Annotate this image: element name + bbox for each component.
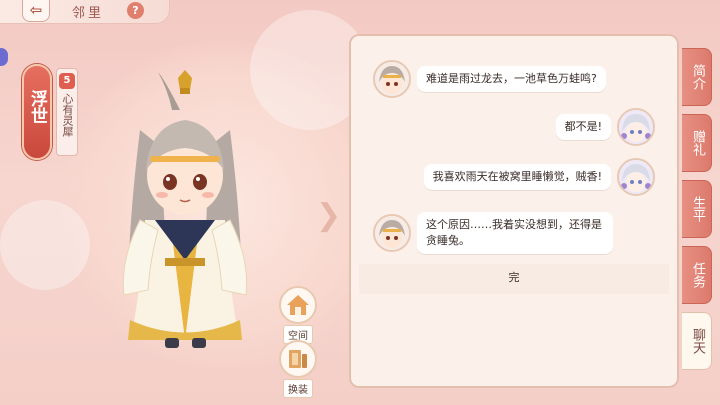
chat-message: 我喜欢雨天在被窝里睡懒觉，贼香! xyxy=(423,158,655,196)
npc-avatar xyxy=(373,214,411,252)
back-arrow-icon: ⇦ xyxy=(29,1,43,19)
tab-fushi[interactable]: 浮世 xyxy=(22,64,52,160)
back-button[interactable]: ⇦ xyxy=(22,0,50,22)
tab-intro[interactable]: 简介 xyxy=(682,48,712,106)
top-bar: ⇦ 邻里 ? xyxy=(0,0,170,24)
chat-bubble-text: 我喜欢雨天在被窝里睡懒觉，贼香! xyxy=(423,164,611,190)
player-avatar xyxy=(617,108,655,146)
tab-chat[interactable]: 聊天 xyxy=(682,312,712,370)
chat-message: 难道是雨过龙去，一池草色万蛙鸣? xyxy=(373,60,606,98)
wardrobe-icon xyxy=(279,340,317,378)
chat-message: 都不是! xyxy=(555,108,655,146)
side-indicator[interactable] xyxy=(0,48,8,66)
tab-biography[interactable]: 生平 xyxy=(682,180,712,238)
chat-message: 这个原因……我着实没想到，还得是贪睡兔。 xyxy=(373,212,613,254)
chat-log[interactable]: 难道是雨过龙去，一池草色万蛙鸣? 都不是! 我喜欢雨天在被窝里睡懒觉，贼香! 这… xyxy=(359,46,669,294)
tab-tasks[interactable]: 任务 xyxy=(682,246,712,304)
next-arrow-icon[interactable]: ❯ xyxy=(316,198,341,233)
chat-panel: 难道是雨过龙去，一池草色万蛙鸣? 都不是! 我喜欢雨天在被窝里睡懒觉，贼香! 这… xyxy=(349,34,679,388)
npc-avatar xyxy=(373,60,411,98)
outfit-button-label: 换装 xyxy=(283,379,313,398)
space-button[interactable]: 空间 xyxy=(275,286,321,344)
help-button[interactable]: ? xyxy=(127,2,144,19)
relationship-badge: 5 心有灵犀 xyxy=(56,68,78,156)
chat-bubble-text: 都不是! xyxy=(555,114,611,140)
chat-end-label: 完 xyxy=(359,264,669,294)
tab-gift[interactable]: 赠礼 xyxy=(682,114,712,172)
chat-bubble-text: 难道是雨过龙去，一池草色万蛙鸣? xyxy=(417,66,606,92)
relationship-label: 心有灵犀 xyxy=(61,93,74,137)
relationship-level: 5 xyxy=(59,73,75,89)
tab-fushi-label: 浮世 xyxy=(27,90,47,124)
player-avatar xyxy=(617,158,655,196)
house-icon xyxy=(279,286,317,324)
page-title: 邻里 xyxy=(72,6,105,21)
background-petal xyxy=(0,200,90,290)
outfit-button[interactable]: 换装 xyxy=(275,340,321,398)
character-figure[interactable] xyxy=(110,70,260,360)
chat-bubble-text: 这个原因……我着实没想到，还得是贪睡兔。 xyxy=(417,212,613,254)
